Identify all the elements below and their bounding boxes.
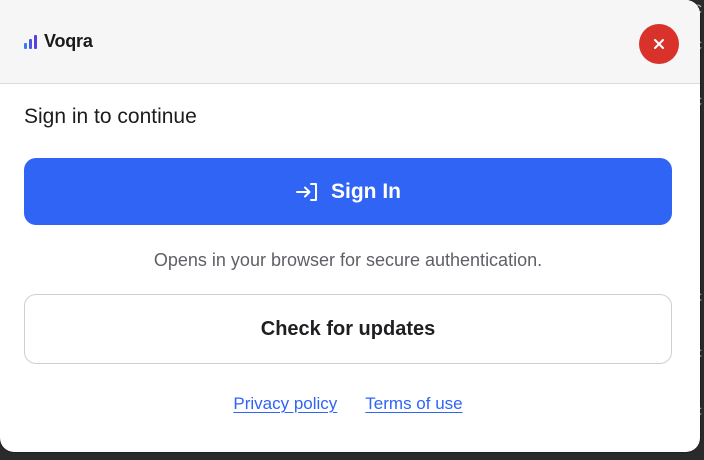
signal-bars-icon (24, 34, 37, 49)
close-button[interactable] (639, 24, 679, 64)
sign-in-button[interactable]: Sign In (24, 158, 672, 225)
terms-of-use-link[interactable]: Terms of use (365, 394, 462, 414)
auth-hint-text: Opens in your browser for secure authent… (153, 250, 543, 270)
dialog-header: Voqra (0, 0, 700, 84)
dialog-content: Sign in to continue Sign In Opens in you… (0, 104, 700, 414)
footer-links: Privacy policy Terms of use (24, 394, 672, 414)
sign-in-dialog: Voqra Sign in to continue Sign In Opens … (0, 0, 700, 452)
brand: Voqra (24, 31, 93, 52)
page-title: Sign in to continue (24, 105, 197, 128)
app-name: Voqra (44, 31, 93, 51)
sign-in-arrow-icon (296, 182, 317, 201)
close-icon (654, 39, 664, 49)
sign-in-label: Sign In (331, 179, 401, 203)
privacy-policy-link[interactable]: Privacy policy (233, 394, 337, 414)
check-updates-button[interactable]: Check for updates (24, 294, 672, 364)
